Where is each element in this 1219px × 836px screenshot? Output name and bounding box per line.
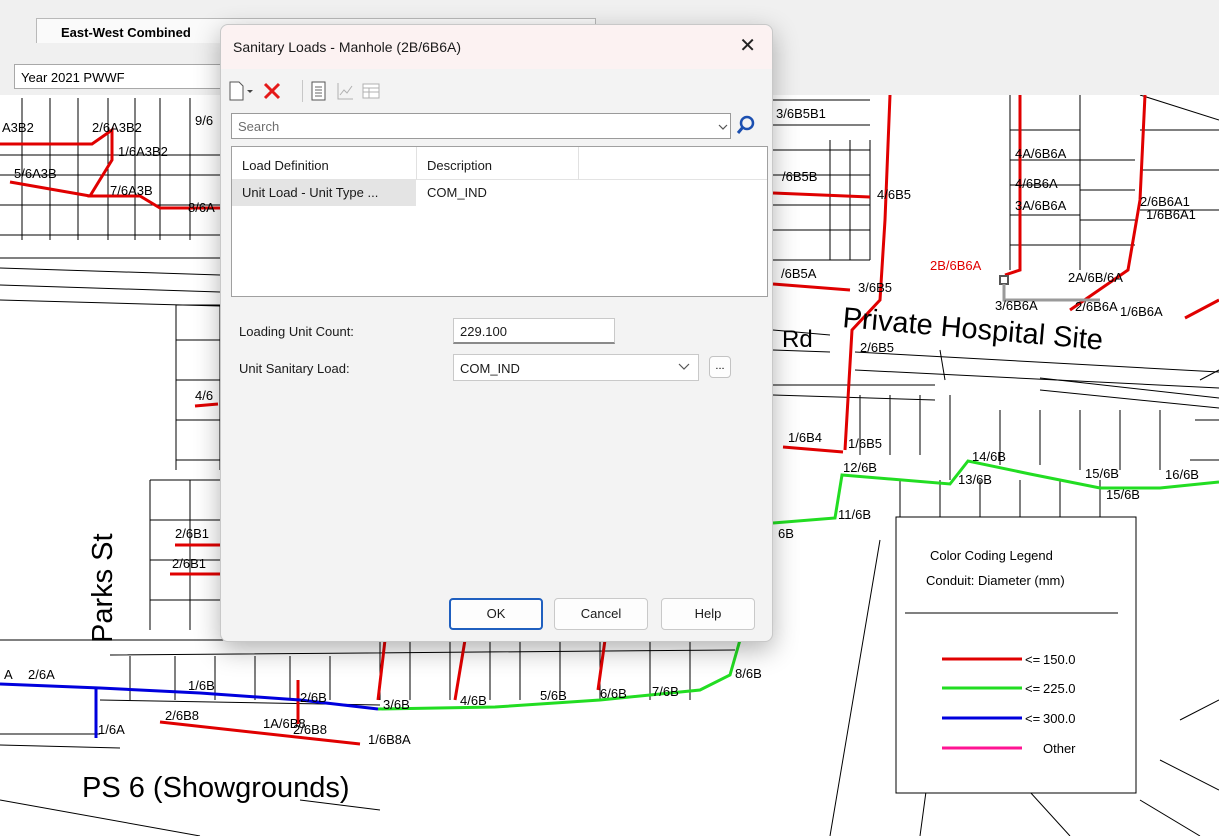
node-label: 1/6B4	[788, 430, 822, 445]
node-label: 2B/6B6A	[930, 258, 982, 273]
unit-sanitary-load-select[interactable]: COM_IND	[453, 354, 699, 381]
node-label: 9/6	[195, 113, 213, 128]
node-label: 14/6B	[972, 449, 1006, 464]
scenario-selector[interactable]: Year 2021 PWWF	[14, 64, 229, 89]
column-header-load-definition[interactable]: Load Definition	[242, 158, 329, 173]
column-header-description[interactable]: Description	[427, 158, 492, 173]
unit-sanitary-load-label: Unit Sanitary Load:	[239, 361, 350, 376]
node-label: 2/6A	[28, 667, 55, 682]
node-label: 1/6B	[188, 678, 215, 693]
node-label: 16/6B	[1165, 467, 1199, 482]
load-table: Load Definition Description Unit Load - …	[231, 146, 768, 297]
node-label: 2/6B8	[293, 722, 327, 737]
node-label: 3/6B5	[858, 280, 892, 295]
legend-value-150: 150.0	[1043, 652, 1076, 667]
node-label: 1/6B5	[848, 436, 882, 451]
site-label-ps6: PS 6 (Showgrounds)	[82, 772, 350, 804]
node-label: 11/6B	[838, 507, 871, 522]
node-label: 13/6B	[958, 472, 992, 487]
loading-unit-count-label: Loading Unit Count:	[239, 324, 354, 339]
node-label: 4/6	[195, 388, 213, 403]
node-label: 5/6A3B	[14, 166, 57, 181]
node-label: 1/6A3B2	[118, 144, 168, 159]
node-label: 1/6B8A	[368, 732, 411, 747]
node-label: 2/6B1	[172, 556, 206, 571]
cell-description: COM_IND	[427, 185, 487, 200]
node-label: 7/6A3B	[110, 183, 153, 198]
toolbar-separator	[302, 80, 303, 102]
node-label: 1/6B6A	[1120, 304, 1163, 319]
delete-icon[interactable]	[261, 80, 283, 107]
node-label: 8/6A	[188, 200, 215, 215]
sanitary-loads-dialog: Sanitary Loads - Manhole (2B/6B6A) ✕ Sea…	[220, 24, 773, 642]
new-document-icon[interactable]	[227, 80, 253, 107]
legend-op-150: <=	[1025, 652, 1040, 667]
chevron-down-icon[interactable]	[677, 359, 691, 376]
ok-button[interactable]: OK	[449, 598, 543, 630]
node-label: 3/6B	[383, 697, 410, 712]
node-label: /6B5B	[782, 169, 817, 184]
legend-op-225: <=	[1025, 681, 1040, 696]
legend-value-other: Other	[1043, 741, 1076, 756]
node-label: 2/6B6A	[1075, 299, 1118, 314]
table-header: Load Definition Description	[232, 147, 767, 180]
close-icon[interactable]: ✕	[739, 36, 756, 56]
node-label: 2/6B5	[860, 340, 894, 355]
node-label: 2/6B1	[175, 526, 209, 541]
node-label: 2/6B	[300, 690, 327, 705]
legend-title: Color Coding Legend	[930, 548, 1053, 563]
node-label: 15/6B	[1106, 487, 1140, 502]
node-label: 2/6B8	[165, 708, 199, 723]
node-label: 2A/6B/6A	[1068, 270, 1123, 285]
node-label: 1/6B6A1	[1146, 207, 1196, 222]
legend-value-225: 225.0	[1043, 681, 1076, 696]
column-divider	[416, 147, 417, 180]
node-label: 2/6A3B2	[92, 120, 142, 135]
node-label: 4/6B	[460, 693, 487, 708]
node-label: 3/6B5B1	[776, 106, 826, 121]
node-label: 6/6B	[600, 686, 627, 701]
search-icon[interactable]	[735, 114, 757, 141]
node-label: 12/6B	[843, 460, 877, 475]
legend-op-300: <=	[1025, 711, 1040, 726]
node-label: A	[4, 667, 13, 682]
street-label-parks: Parks St	[87, 533, 119, 643]
cell-load-definition: Unit Load - Unit Type ...	[242, 185, 379, 200]
node-label: 6B	[778, 526, 794, 541]
node-label: 3/6B6A	[995, 298, 1038, 313]
report-icon[interactable]	[309, 80, 329, 107]
legend-value-300: 300.0	[1043, 711, 1076, 726]
cancel-button[interactable]: Cancel	[554, 598, 648, 630]
node-label: 4/6B6A	[1015, 176, 1058, 191]
dialog-titlebar[interactable]: Sanitary Loads - Manhole (2B/6B6A) ✕	[221, 25, 772, 69]
unit-sanitary-load-value: COM_IND	[460, 361, 520, 376]
search-input[interactable]: Search	[231, 113, 731, 139]
node-label: 15/6B	[1085, 466, 1119, 481]
node-label: 5/6B	[540, 688, 567, 703]
help-button[interactable]: Help	[661, 598, 755, 630]
street-label-rd: Rd	[782, 326, 813, 353]
column-divider	[578, 147, 579, 180]
node-label: A3B2	[2, 120, 34, 135]
graph-icon[interactable]	[335, 80, 355, 107]
browse-button[interactable]: ...	[709, 356, 731, 378]
node-label: 4/6B5	[877, 187, 911, 202]
table-row[interactable]: Unit Load - Unit Type ... COM_IND	[232, 180, 767, 206]
node-label: 4A/6B6A	[1015, 146, 1067, 161]
node-label: 8/6B	[735, 666, 762, 681]
legend-subtitle: Conduit: Diameter (mm)	[926, 573, 1065, 588]
node-label: 3A/6B6A	[1015, 198, 1067, 213]
loading-unit-count-field[interactable]: 229.100	[453, 318, 615, 344]
node-label: /6B5A	[781, 266, 817, 281]
table-icon[interactable]	[361, 80, 381, 107]
dialog-title: Sanitary Loads - Manhole (2B/6B6A)	[233, 39, 462, 55]
node-label: 7/6B	[652, 684, 679, 699]
node-label: 1/6A	[98, 722, 125, 737]
